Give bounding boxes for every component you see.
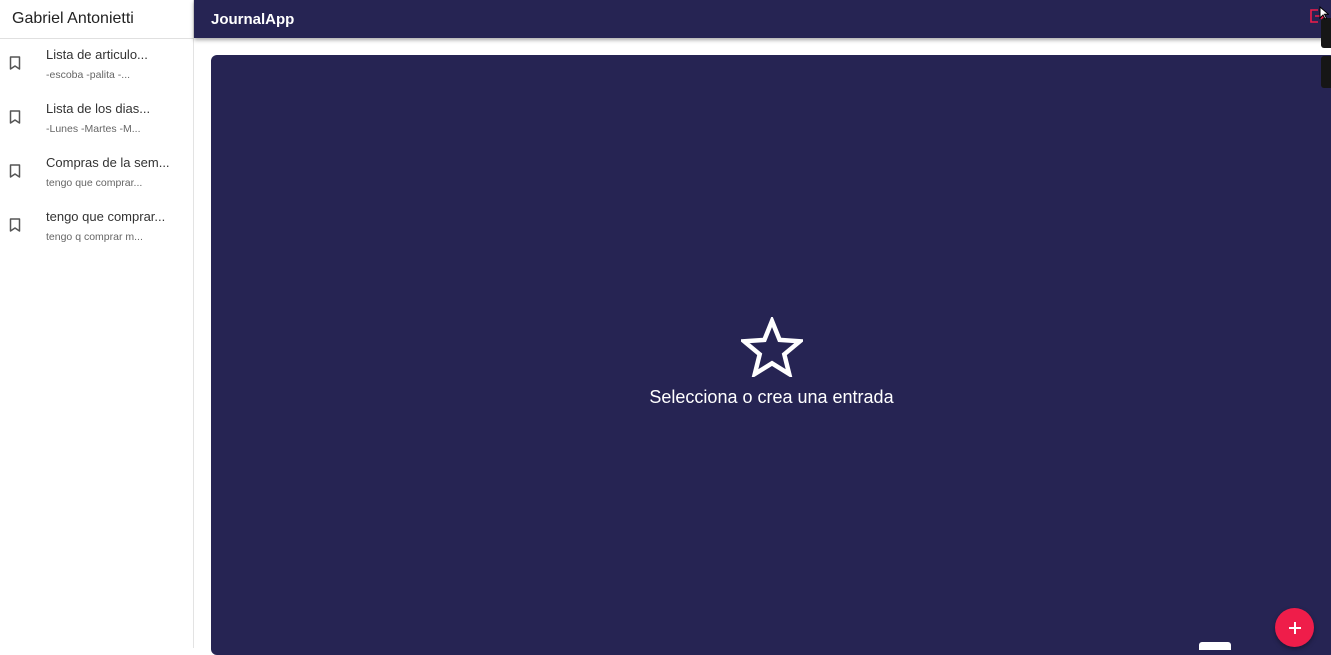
mouse-cursor-icon	[1319, 6, 1329, 20]
entry-title: tengo que comprar...	[46, 209, 166, 224]
bookmark-icon	[9, 56, 21, 70]
add-icon	[1288, 621, 1301, 634]
sidebar-header: Gabriel Antonietti	[0, 0, 193, 39]
list-item[interactable]: tengo que comprar... tengo q comprar m..…	[0, 201, 193, 255]
empty-state: Selecciona o crea una entrada	[211, 317, 1331, 408]
sidebar: Gabriel Antonietti Lista de articulo... …	[0, 0, 194, 648]
entry-title: Lista de los dias...	[46, 101, 151, 116]
empty-message: Selecciona o crea una entrada	[649, 387, 894, 407]
list-item[interactable]: Lista de articulo... -escoba -palita -..…	[0, 39, 193, 93]
entry-list: Lista de articulo... -escoba -palita -..…	[0, 39, 193, 255]
entry-preview: tengo que comprar...	[46, 177, 143, 189]
bookmark-icon	[9, 164, 21, 178]
list-item[interactable]: Lista de los dias... -Lunes -Martes -M..…	[0, 93, 193, 147]
main-panel: Selecciona o crea una entrada	[211, 55, 1331, 655]
entry-preview: tengo q comprar m...	[46, 231, 143, 243]
edge-tab	[1321, 56, 1331, 88]
bottom-chip	[1199, 642, 1231, 650]
user-name: Gabriel Antonietti	[12, 10, 134, 27]
entry-preview: -escoba -palita -...	[46, 69, 131, 81]
app-title: JournalApp	[211, 10, 295, 28]
star-outline-icon	[740, 317, 803, 377]
entry-title: Compras de la sem...	[46, 155, 170, 170]
add-entry-button[interactable]	[1275, 608, 1314, 647]
bookmark-icon	[9, 110, 21, 124]
entry-title: Lista de articulo...	[46, 47, 148, 62]
entry-preview: -Lunes -Martes -M...	[46, 123, 141, 135]
app-bar: JournalApp	[194, 0, 1331, 38]
edge-tab	[1321, 18, 1331, 48]
list-item[interactable]: Compras de la sem... tengo que comprar..…	[0, 147, 193, 201]
bookmark-icon	[9, 218, 21, 232]
